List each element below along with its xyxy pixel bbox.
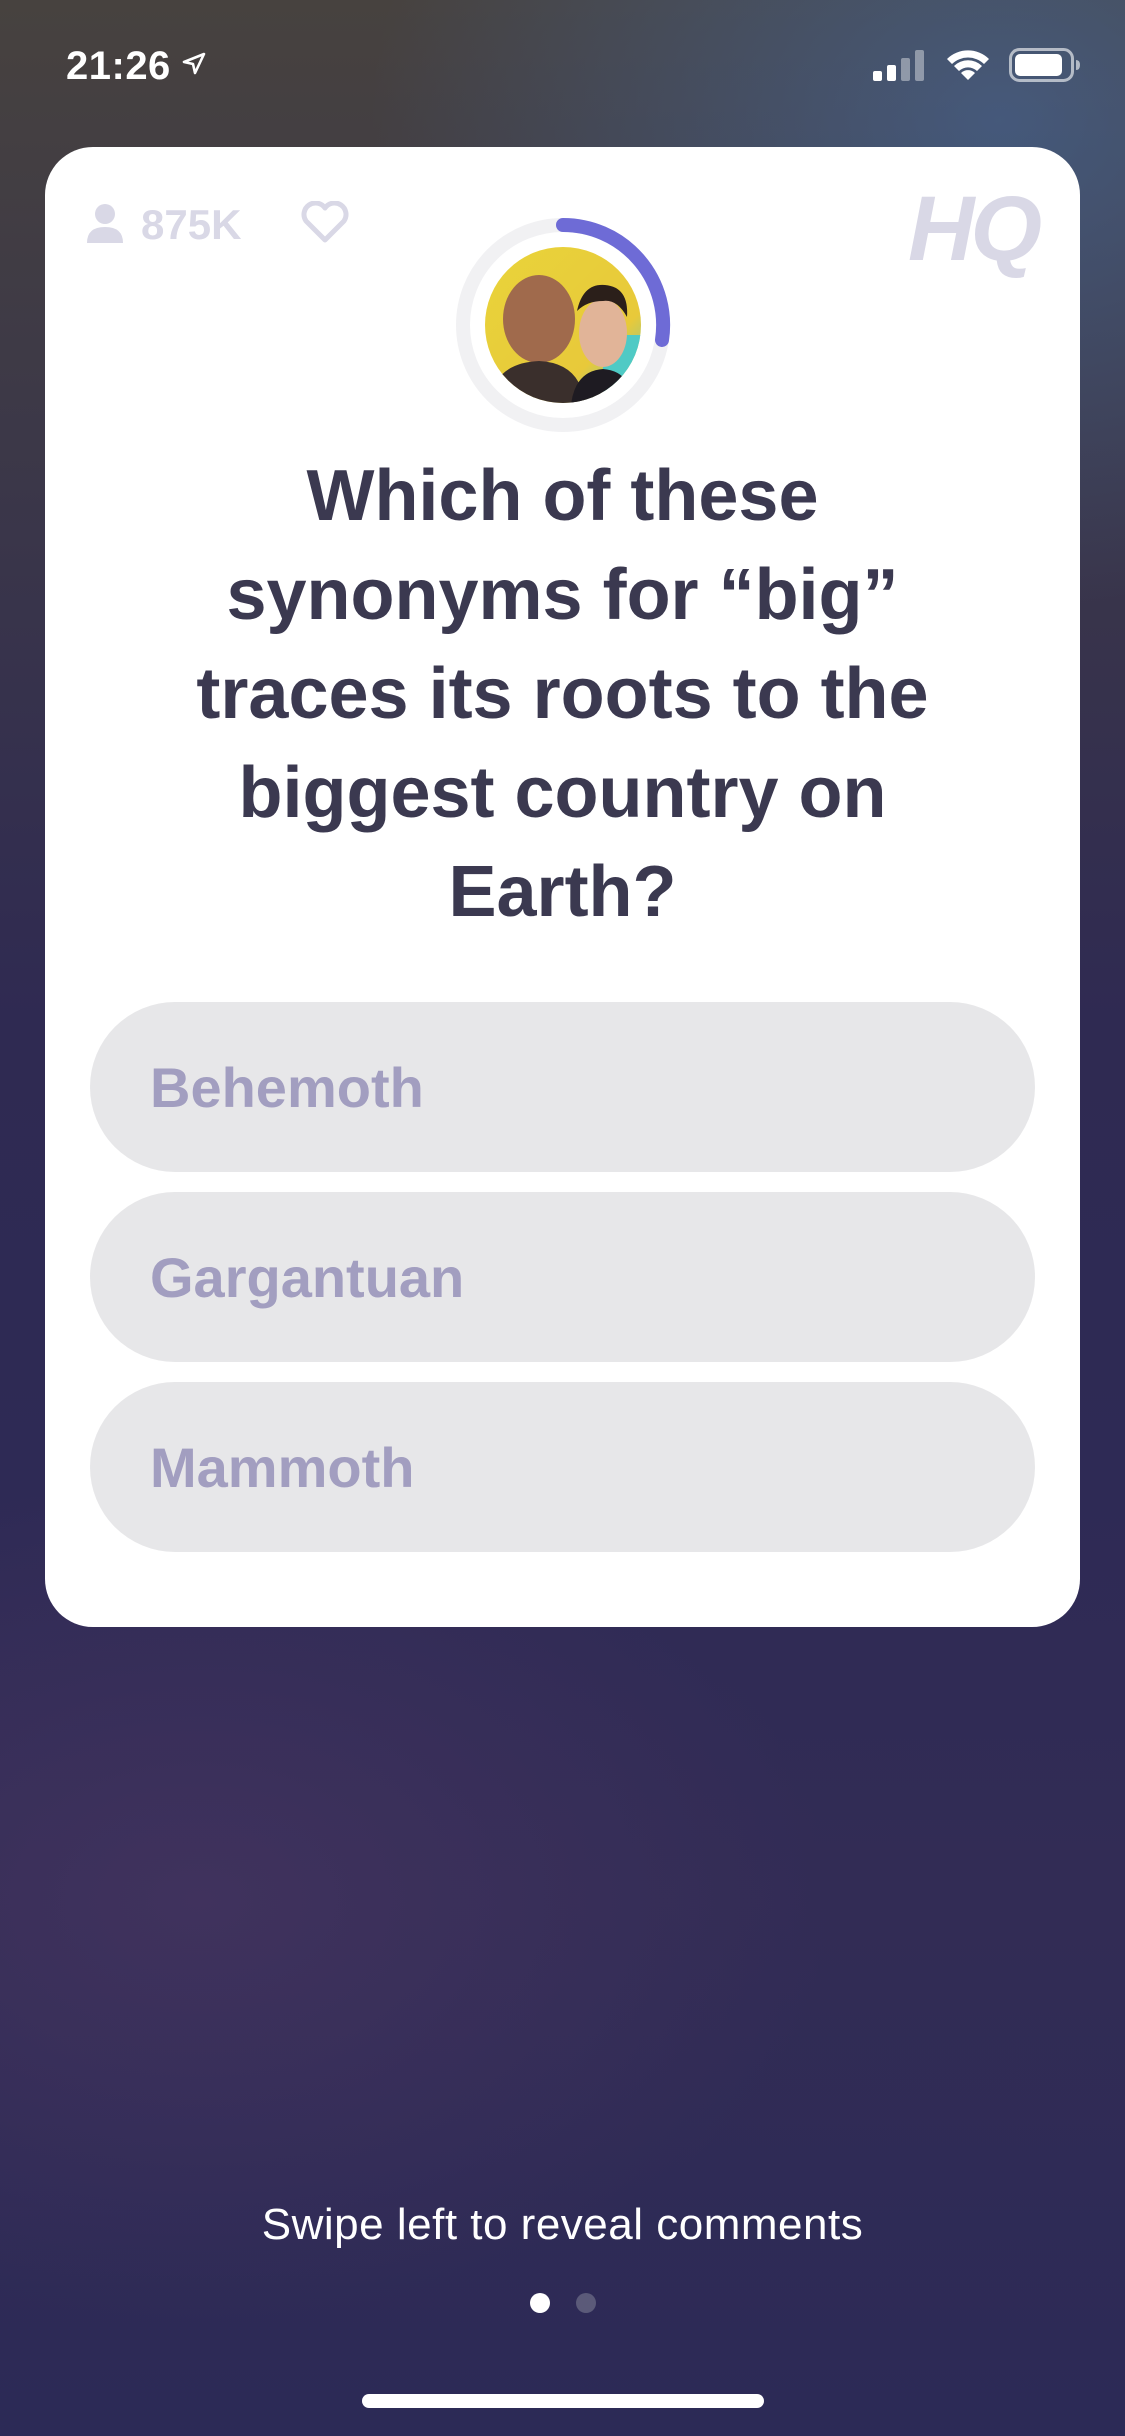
location-arrow-icon bbox=[181, 51, 207, 82]
wifi-icon bbox=[945, 48, 991, 87]
status-time-group: 21:26 bbox=[66, 44, 207, 89]
host-avatar bbox=[456, 217, 671, 432]
viewer-count-label: 875K bbox=[141, 201, 242, 248]
page-dot[interactable] bbox=[575, 2293, 596, 2313]
countdown-timer bbox=[453, 215, 673, 435]
home-indicator[interactable] bbox=[362, 2394, 764, 2408]
answer-option-1[interactable]: Behemoth bbox=[90, 1002, 1035, 1172]
swipe-hint: Swipe left to reveal comments bbox=[261, 2200, 864, 2249]
status-indicators bbox=[873, 48, 1081, 87]
heart-icon[interactable] bbox=[301, 200, 349, 248]
hq-logo: HQ bbox=[908, 178, 1042, 280]
battery-icon bbox=[1009, 48, 1081, 87]
viewer-count: 875K bbox=[87, 201, 241, 249]
cellular-signal-icon bbox=[873, 49, 927, 86]
page-indicator[interactable] bbox=[0, 2293, 1125, 2313]
status-time: 21:26 bbox=[66, 44, 171, 88]
question-card: 875K HQ Which of these synonyms for “big… bbox=[45, 147, 1080, 1627]
person-icon bbox=[87, 203, 123, 248]
page-dot-active[interactable] bbox=[529, 2293, 550, 2313]
question-text: Which of these synonyms for “big” traces… bbox=[196, 456, 929, 932]
answer-option-2[interactable]: Gargantuan bbox=[90, 1192, 1035, 1362]
answer-option-3[interactable]: Mammoth bbox=[90, 1382, 1035, 1552]
status-bar: 21:26 bbox=[0, 0, 1125, 140]
answer-list: Behemoth Gargantuan Mammoth bbox=[90, 1002, 1035, 1572]
